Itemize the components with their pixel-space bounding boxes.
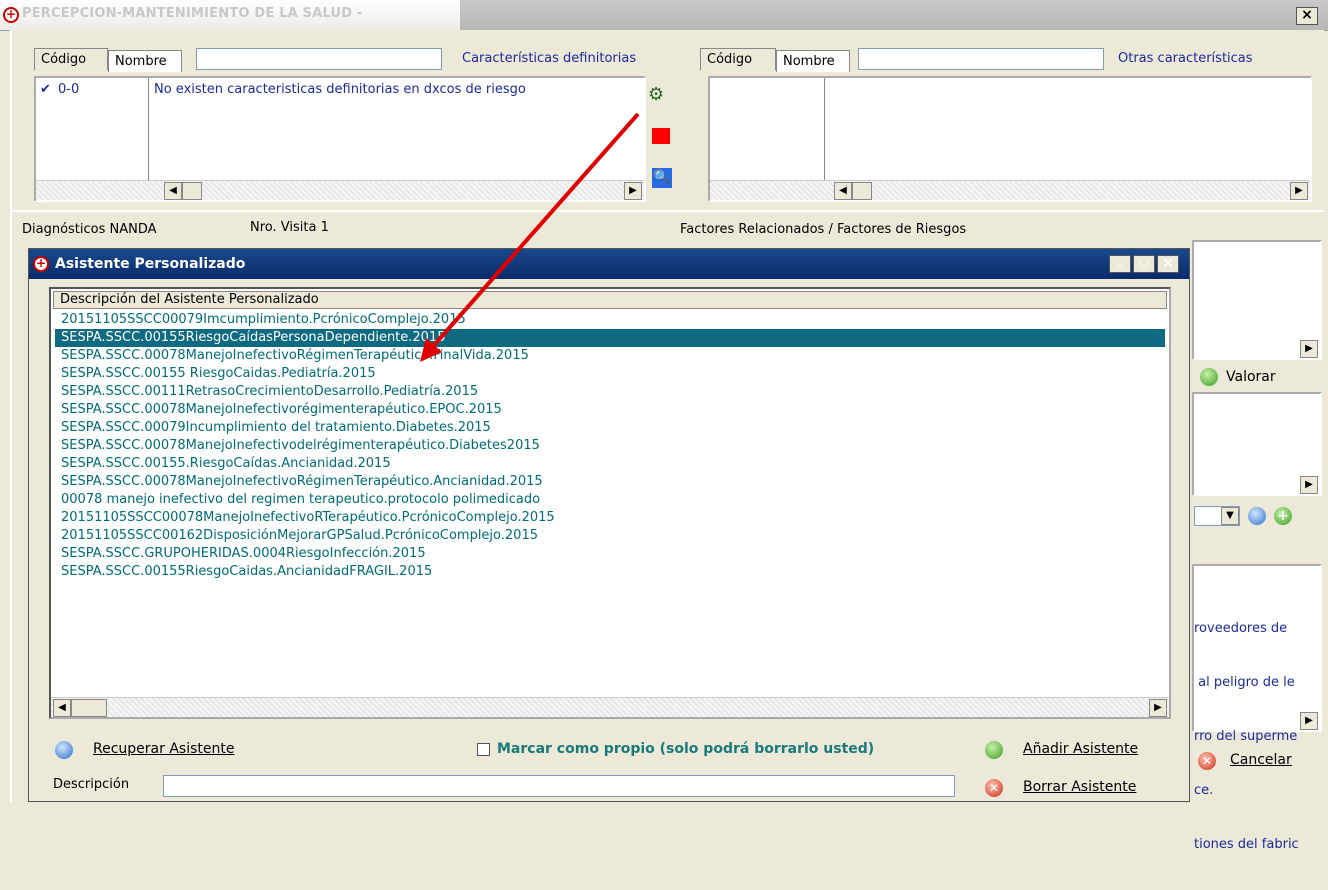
text-line: tiones del fabric <box>1194 837 1299 852</box>
annotation-arrow <box>420 112 640 362</box>
arrow-line <box>426 112 640 354</box>
